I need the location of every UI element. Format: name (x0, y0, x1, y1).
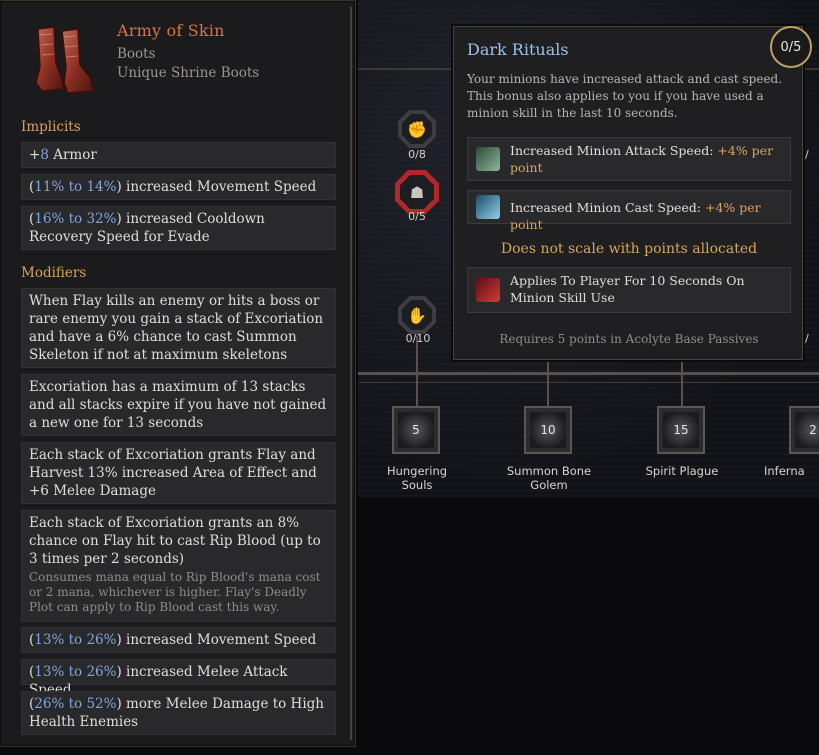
modifier-min: 13% (34, 632, 65, 648)
skill-node-spirit-plague[interactable]: 15 (657, 406, 705, 454)
skeleton-fist-icon: ✊ (402, 114, 432, 144)
passive-node-points: 0/10 (405, 332, 431, 345)
passive-node-dark-rituals[interactable]: ☗ (395, 170, 439, 214)
modifier-text: ) increased Movement Speed (116, 632, 317, 648)
implicit-range-sep: to (64, 179, 87, 195)
passive-tooltip: Dark Rituals 0/5 Your minions have incre… (453, 26, 812, 360)
passive-points-badge: 0/5 (770, 26, 812, 68)
panel-edge (350, 7, 352, 740)
item-tooltip-panel: Army of Skin Boots Unique Shrine Boots I… (0, 0, 356, 747)
modifier-min: 26% (34, 696, 65, 712)
modifier-movement-speed: (13% to 26%) increased Movement Speed (21, 627, 336, 653)
modifier-max: 52% (86, 696, 117, 712)
implicit-text: ) increased Movement Speed (116, 179, 317, 195)
implicit-text: Armor (48, 147, 97, 163)
modifier-max: 26% (86, 632, 117, 648)
player-bonus-text: Applies To Player For 10 Seconds On Mini… (510, 273, 745, 305)
skill-level: 10 (540, 423, 556, 437)
skill-level: 15 (673, 423, 689, 437)
item-name: Army of Skin (117, 21, 225, 40)
implicit-prefix: + (29, 147, 41, 163)
passive-description: Your minions have increased attack and c… (467, 72, 783, 120)
skill-node-summon-bone-golem[interactable]: 10 (524, 406, 572, 454)
passive-node-points: 0/8 (408, 148, 426, 161)
passive-node-minion-attack[interactable]: ✊ (398, 110, 436, 148)
skill-node-hungering-souls[interactable]: 5 (392, 406, 440, 454)
passive-node-points: 0/5 (408, 210, 426, 223)
attack-speed-icon (476, 147, 500, 171)
skill-label: Inferna (764, 464, 805, 478)
tree-divider-bottom (358, 372, 819, 375)
implicit-min: 11% (34, 179, 65, 195)
item-header: Army of Skin Boots Unique Shrine Boots (0, 1, 350, 111)
stat-label: Increased Minion Cast Speed: (510, 200, 705, 215)
cast-speed-icon (476, 195, 500, 219)
modifier-excoriation-max: Excoriation has a maximum of 13 stacks a… (21, 374, 336, 436)
passive-player-bonus: Applies To Player For 10 Seconds On Mini… (467, 267, 791, 313)
implicit-range-sep: to (64, 211, 87, 227)
skill-label: Hungering Souls (386, 464, 448, 492)
passive-title: Dark Rituals (467, 40, 569, 59)
implicit-movement-speed: (11% to 14%) increased Movement Speed (21, 174, 336, 200)
implicit-value: 8 (40, 147, 49, 163)
skill-level: 5 (412, 423, 420, 437)
skill-label: Summon Bone Golem (506, 464, 592, 492)
skill-node-inferna[interactable]: 2 (789, 406, 819, 454)
player-bonus-icon (476, 278, 500, 302)
passive-node-grasping[interactable]: ✋ (398, 296, 436, 334)
modifier-melee-damage: (26% to 52%) more Melee Damage to High H… (21, 691, 336, 735)
item-type: Boots (117, 46, 156, 62)
passive-no-scale-note: Does not scale with points allocated (500, 241, 758, 257)
item-subtype: Unique Shrine Boots (117, 65, 260, 81)
implicit-cooldown-recovery: (16% to 32%) increased Cooldown Recovery… (21, 206, 336, 250)
passive-stat-attack-speed: Increased Minion Attack Speed: +4% per p… (467, 137, 791, 181)
modifier-max: 26% (86, 664, 117, 680)
grasping-hand-icon: ✋ (402, 300, 432, 330)
skill-label: Spirit Plague (645, 464, 719, 478)
implicit-armor: +8 Armor (21, 142, 336, 168)
implicit-min: 16% (34, 211, 65, 227)
passive-stat-cast-speed: Increased Minion Cast Speed: +4% per poi… (467, 190, 791, 232)
tree-divider-bottom-thin (358, 382, 819, 383)
modifier-rip-blood-note: Consumes mana equal to Rip Blood's mana … (29, 570, 321, 614)
stat-label: Increased Minion Attack Speed: (510, 143, 718, 158)
tree-link (547, 360, 549, 406)
modifier-rip-blood-text: Each stack of Excoriation grants an 8% c… (29, 515, 321, 567)
dark-ritual-icon: ☗ (400, 175, 434, 209)
modifier-flay-excoriation: When Flay kills an enemy or hits a boss … (21, 288, 336, 368)
modifier-rip-blood: Each stack of Excoriation grants an 8% c… (21, 510, 336, 622)
modifier-min: 13% (34, 664, 65, 680)
modifier-excoriation-area: Each stack of Excoriation grants Flay an… (21, 442, 336, 504)
implicit-max: 32% (86, 211, 117, 227)
tree-link (416, 336, 418, 406)
implicits-title: Implicits (21, 119, 81, 135)
skill-level: 2 (809, 423, 817, 437)
implicit-max: 14% (86, 179, 117, 195)
red-boots-icon (35, 26, 95, 94)
passive-requirement: Requires 5 points in Acolyte Base Passiv… (499, 332, 759, 346)
tree-link (681, 360, 683, 406)
modifiers-title: Modifiers (21, 265, 87, 281)
modifier-melee-attack-speed: (13% to 26%) increased Melee Attack Spee… (21, 659, 336, 698)
